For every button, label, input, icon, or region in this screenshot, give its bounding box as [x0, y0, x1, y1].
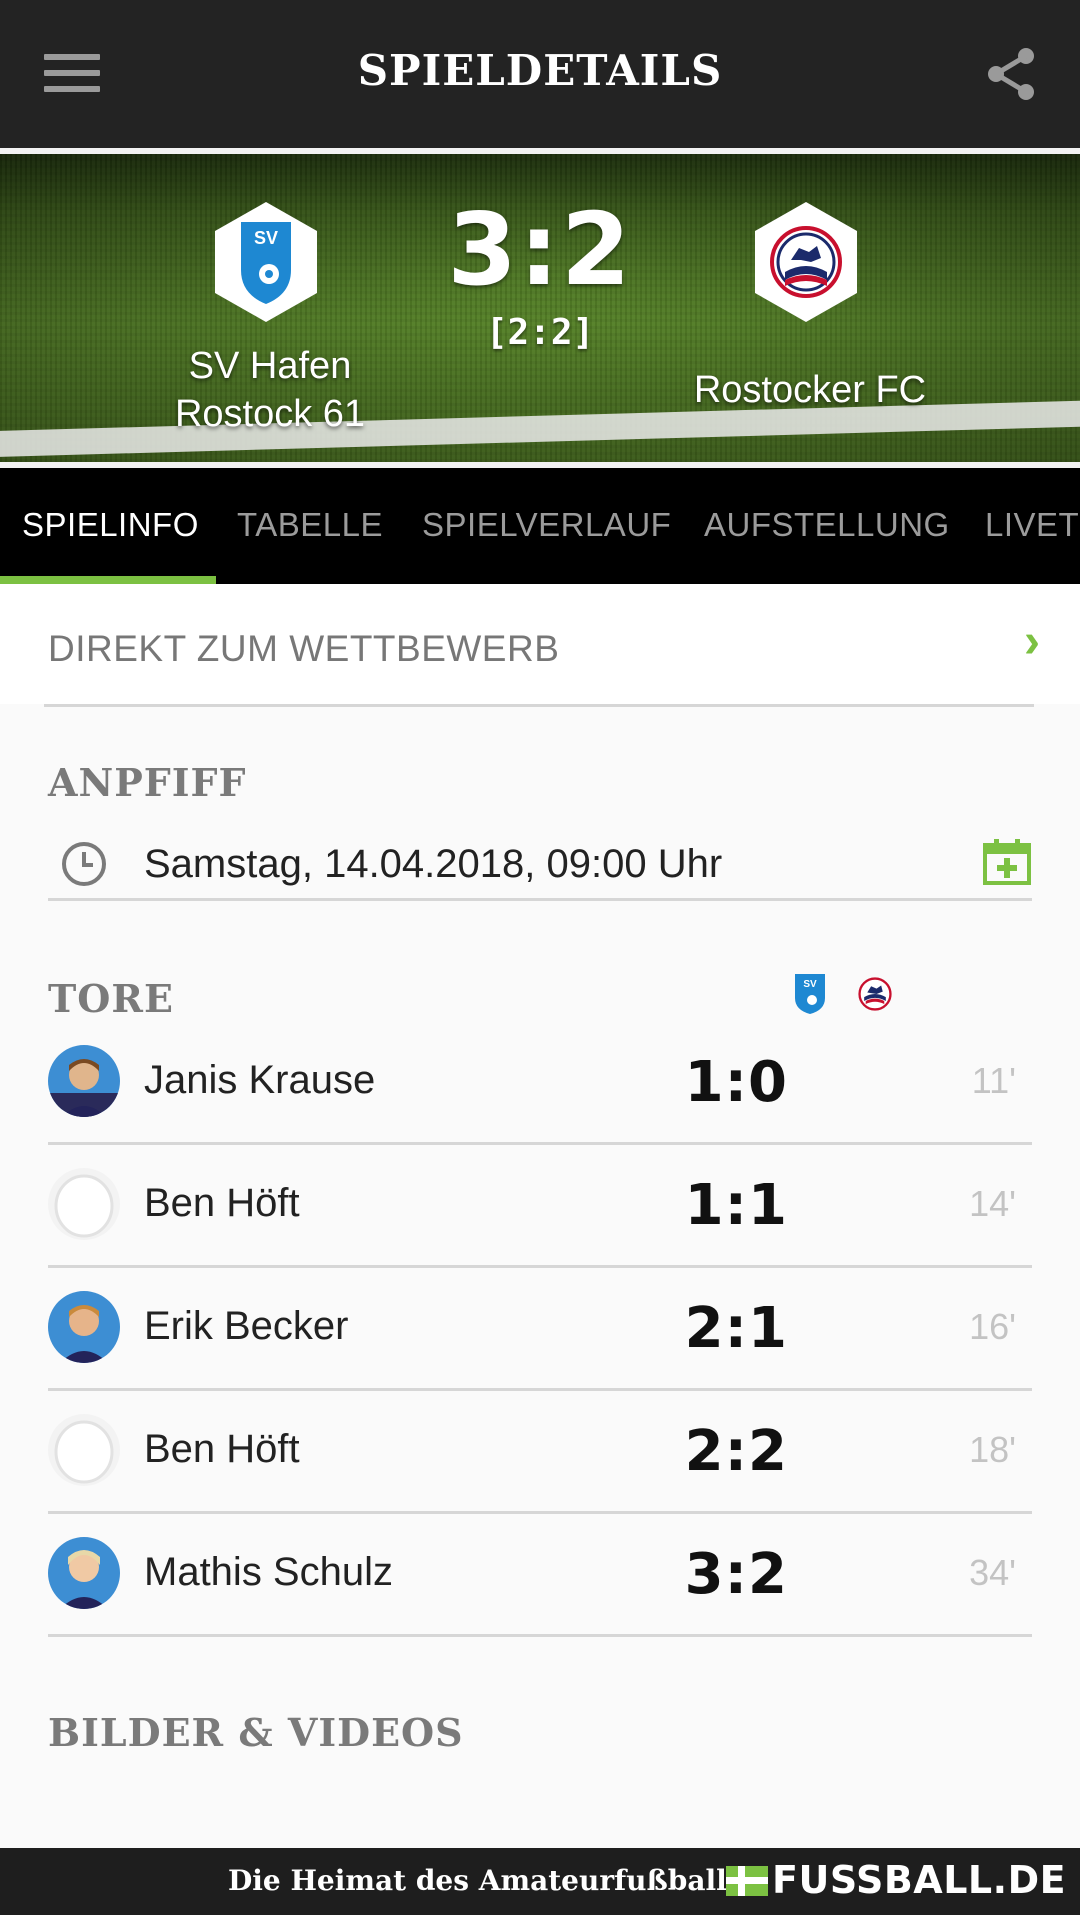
- tab-bar: SPIELINFO TABELLE SPIELVERLAUF AUFSTELLU…: [0, 468, 1080, 584]
- goal-row[interactable]: Janis Krause 1:0 11': [48, 1022, 1032, 1145]
- competition-link[interactable]: DIREKT ZUM WETTBEWERB ›: [0, 584, 1080, 704]
- kickoff-heading: ANPFIFF: [48, 760, 247, 805]
- chevron-right-icon: ›: [1024, 615, 1040, 668]
- home-team-crest[interactable]: SV: [211, 200, 321, 324]
- goal-minute: 18': [969, 1429, 1016, 1470]
- player-avatar: [48, 1537, 120, 1609]
- final-score: 3:2: [447, 191, 633, 308]
- away-team-mini-crest: [858, 977, 892, 1011]
- player-avatar: [48, 1291, 120, 1363]
- player-avatar-placeholder: [48, 1414, 120, 1486]
- goal-minute: 16': [969, 1306, 1016, 1347]
- media-heading: BILDER & VIDEOS: [48, 1710, 464, 1755]
- goal-row[interactable]: Ben Höft 2:2 18': [48, 1391, 1032, 1514]
- goal-minute: 14': [969, 1183, 1016, 1224]
- app-bar: SPIELDETAILS: [0, 0, 1080, 148]
- tab-tabelle[interactable]: TABELLE: [237, 506, 383, 544]
- player-name: Ben Höft: [144, 1181, 300, 1225]
- away-team-name[interactable]: Rostocker FC: [660, 366, 960, 414]
- goal-minute: 11': [971, 1060, 1016, 1101]
- player-name: Ben Höft: [144, 1427, 300, 1471]
- divider: [48, 1634, 1032, 1637]
- tab-spielinfo[interactable]: SPIELINFO: [22, 506, 199, 544]
- divider: [48, 898, 1032, 901]
- goal-row[interactable]: Mathis Schulz 3:2 34': [48, 1514, 1032, 1637]
- footer-brand: FUSSBALL.DE: [772, 1858, 1067, 1902]
- player-name: Janis Krause: [144, 1058, 376, 1102]
- goal-row[interactable]: Erik Becker 2:1 16': [48, 1268, 1032, 1391]
- kickoff-datetime: Samstag, 14.04.2018, 09:00 Uhr: [144, 842, 723, 886]
- fussball-logo-icon: [726, 1866, 768, 1896]
- active-tab-indicator: [0, 576, 216, 584]
- goals-heading: TORE: [48, 976, 174, 1021]
- player-avatar: [48, 1045, 120, 1117]
- match-info-content: DIREKT ZUM WETTBEWERB › ANPFIFF Samstag,…: [0, 584, 1080, 1848]
- home-team-name[interactable]: SV Hafen Rostock 61: [120, 342, 420, 438]
- clock-icon: [62, 842, 106, 886]
- svg-text:SV: SV: [803, 979, 817, 990]
- goal-score: 1:1: [684, 1173, 788, 1238]
- goal-score: 1:0: [684, 1050, 788, 1115]
- footer-banner[interactable]: Die Heimat des Amateurfußballs FUSSBALL.…: [0, 1848, 1080, 1915]
- goal-minute: 34': [969, 1552, 1016, 1593]
- home-team-mini-crest: SV: [795, 974, 825, 1014]
- goal-score: 2:1: [684, 1296, 788, 1361]
- goal-score: 2:2: [684, 1419, 788, 1484]
- calendar-add-icon[interactable]: [982, 838, 1032, 886]
- away-team-crest[interactable]: [751, 200, 861, 324]
- player-name: Erik Becker: [144, 1304, 349, 1348]
- tab-aufstellung[interactable]: AUFSTELLUNG: [704, 506, 950, 544]
- goal-row[interactable]: Ben Höft 1:1 14': [48, 1145, 1032, 1268]
- page-title: SPIELDETAILS: [357, 46, 723, 95]
- player-avatar-placeholder: [48, 1168, 120, 1240]
- competition-link-label: DIREKT ZUM WETTBEWERB: [48, 628, 560, 669]
- player-name: Mathis Schulz: [144, 1550, 393, 1594]
- tab-spielverlauf[interactable]: SPIELVERLAUF: [422, 506, 671, 544]
- goal-score: 3:2: [684, 1542, 788, 1607]
- halftime-score: [2:2]: [485, 312, 595, 353]
- kickoff-row: Samstag, 14.04.2018, 09:00 Uhr: [48, 834, 1032, 904]
- divider: [44, 704, 1034, 707]
- footer-slogan: Die Heimat des Amateurfußballs: [228, 1864, 743, 1897]
- svg-text:SV: SV: [254, 228, 278, 248]
- tab-liveticker[interactable]: LIVET: [985, 506, 1079, 544]
- share-icon[interactable]: [984, 46, 1040, 102]
